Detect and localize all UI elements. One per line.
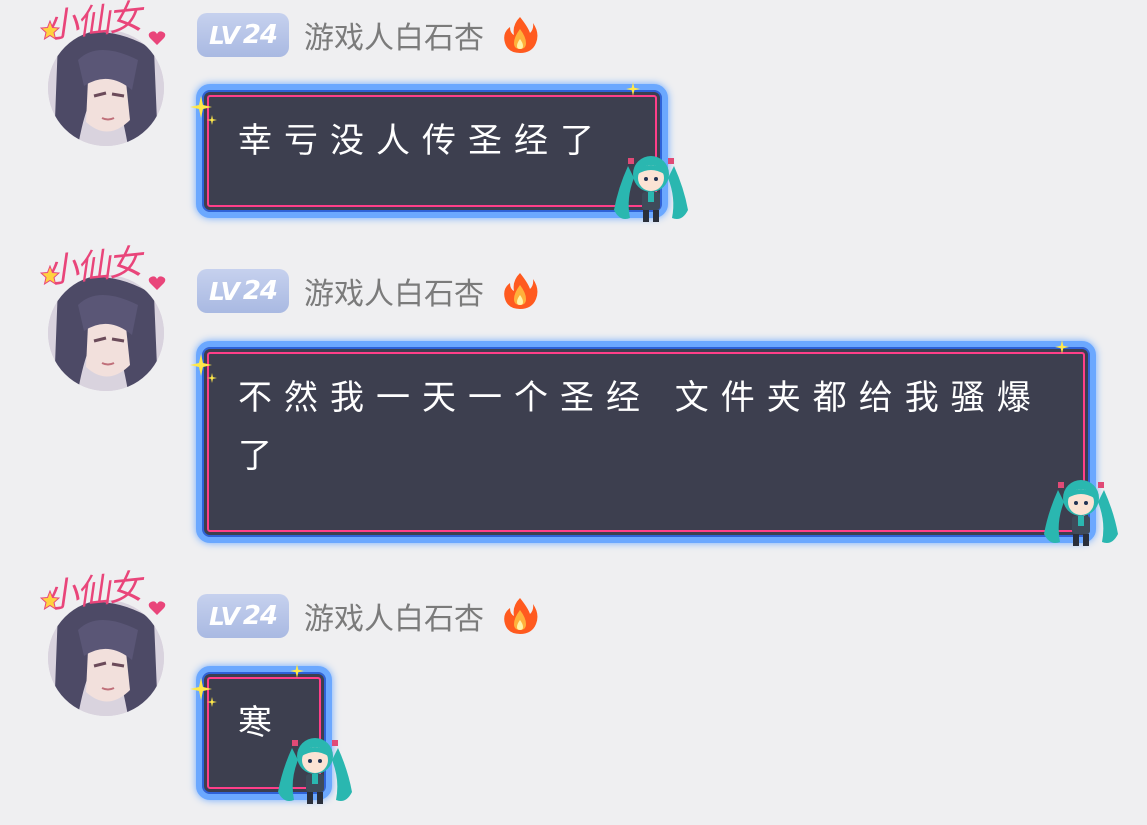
message-header: LV 24 游戏人白石杏 bbox=[197, 269, 538, 313]
level-badge: LV 24 bbox=[197, 269, 290, 313]
level-number: 24 bbox=[242, 601, 278, 631]
sparkle-icon bbox=[1055, 340, 1069, 354]
username[interactable]: 游戏人白石杏 bbox=[304, 269, 484, 313]
sparkle-icon bbox=[626, 82, 640, 96]
level-prefix: LV bbox=[209, 601, 240, 631]
message-bubble[interactable]: 不然我一天一个圣经 文件夹都给我骚爆了 bbox=[196, 341, 1096, 543]
level-number: 24 bbox=[242, 20, 278, 50]
message-text: 幸亏没人传圣经了 bbox=[238, 121, 606, 161]
chat-list: 小仙女 LV 24 游戏人白石杏 幸亏没人传圣经了 小仙女 LV 24 游戏人白… bbox=[0, 0, 1147, 825]
avatar-image bbox=[48, 600, 164, 716]
username[interactable]: 游戏人白石杏 bbox=[304, 13, 484, 57]
chibi-mascot-icon bbox=[1044, 480, 1118, 546]
avatar-image bbox=[48, 275, 164, 391]
star-icon bbox=[40, 590, 60, 610]
username[interactable]: 游戏人白石杏 bbox=[304, 594, 484, 638]
sparkle-icon bbox=[207, 115, 217, 125]
message-header: LV 24 游戏人白石杏 bbox=[197, 594, 538, 638]
chibi-mascot-icon bbox=[278, 738, 352, 804]
message-bubble[interactable]: 幸亏没人传圣经了 bbox=[196, 84, 668, 218]
star-icon bbox=[40, 265, 60, 285]
fire-icon bbox=[504, 273, 538, 309]
level-prefix: LV bbox=[209, 20, 240, 50]
sparkle-icon bbox=[207, 373, 217, 383]
heart-icon bbox=[148, 276, 166, 290]
star-icon bbox=[40, 20, 60, 40]
avatar[interactable]: 小仙女 bbox=[36, 0, 176, 146]
fire-icon bbox=[504, 598, 538, 634]
level-number: 24 bbox=[242, 276, 278, 306]
message-text: 不然我一天一个圣经 文件夹都给我骚爆了 bbox=[238, 378, 1043, 476]
heart-icon bbox=[148, 601, 166, 615]
sparkle-icon bbox=[290, 664, 304, 678]
level-badge: LV 24 bbox=[197, 594, 290, 638]
heart-icon bbox=[148, 31, 166, 45]
sparkle-icon bbox=[207, 697, 217, 707]
message-header: LV 24 游戏人白石杏 bbox=[197, 13, 538, 57]
level-prefix: LV bbox=[209, 276, 240, 306]
avatar[interactable]: 小仙女 bbox=[36, 567, 176, 716]
level-badge: LV 24 bbox=[197, 13, 290, 57]
avatar[interactable]: 小仙女 bbox=[36, 242, 176, 391]
chibi-mascot-icon bbox=[614, 156, 688, 222]
fire-icon bbox=[504, 17, 538, 53]
avatar-image bbox=[48, 30, 164, 146]
